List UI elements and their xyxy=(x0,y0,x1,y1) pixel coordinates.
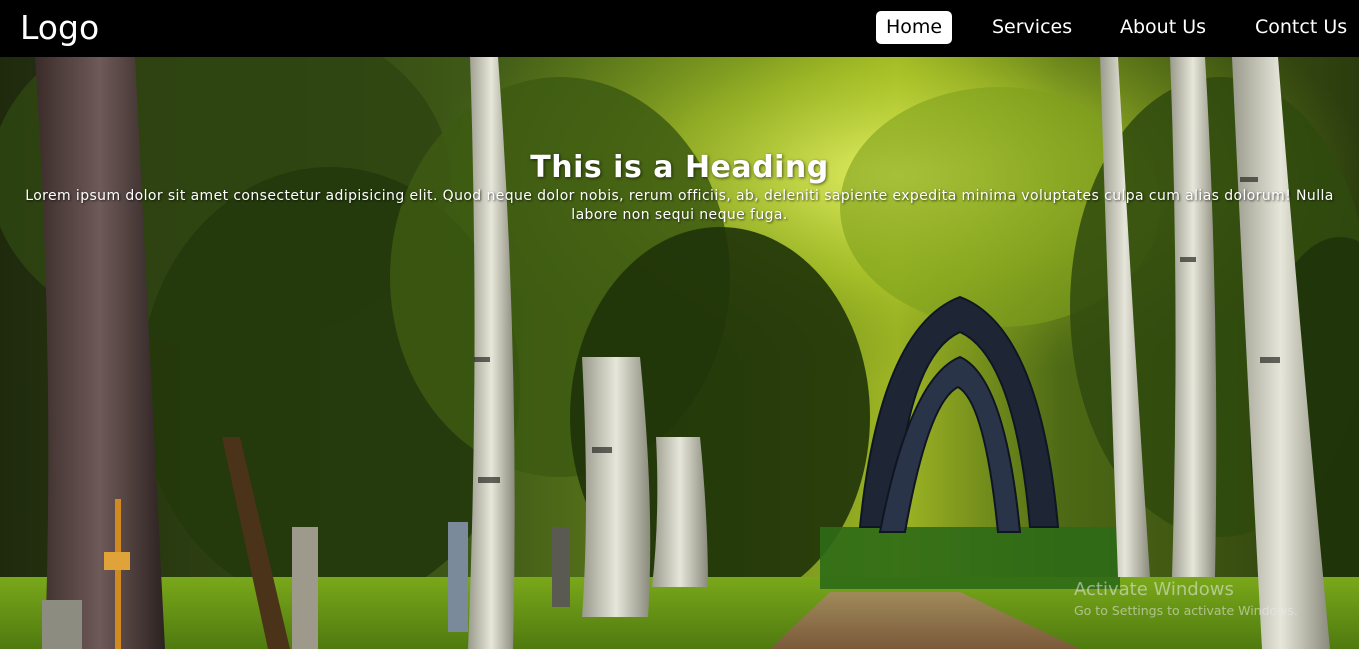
watermark-title: Activate Windows xyxy=(1074,579,1234,600)
forest-background-image xyxy=(0,57,1359,649)
watermark-subtitle: Go to Settings to activate Windows. xyxy=(1074,603,1298,618)
navbar: Logo Home Services About Us Contct Us xyxy=(0,0,1359,57)
logo[interactable]: Logo xyxy=(20,8,99,48)
nav-link-contact-us[interactable]: Contct Us xyxy=(1255,11,1347,44)
nav-link-services[interactable]: Services xyxy=(992,11,1072,44)
windows-activation-watermark: Activate Windows Go to Settings to activ… xyxy=(1074,579,1298,620)
nav-link-about-us[interactable]: About Us xyxy=(1120,11,1206,44)
nav-link-home[interactable]: Home xyxy=(876,11,953,44)
hero-section: This is a Heading Lorem ipsum dolor sit … xyxy=(0,57,1359,649)
hero-heading: This is a Heading xyxy=(530,150,829,185)
hero-paragraph: Lorem ipsum dolor sit amet consectetur a… xyxy=(25,188,1334,223)
